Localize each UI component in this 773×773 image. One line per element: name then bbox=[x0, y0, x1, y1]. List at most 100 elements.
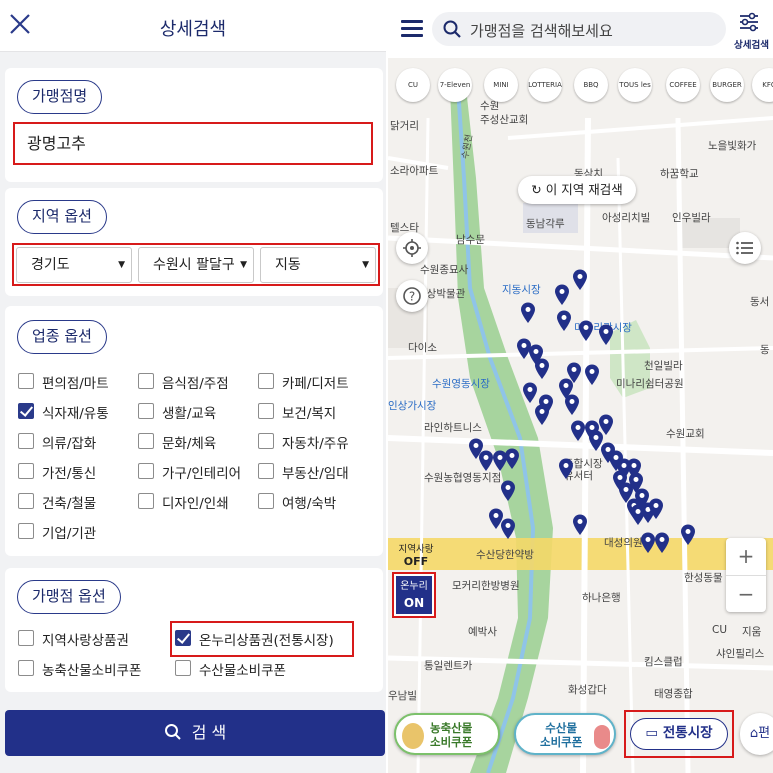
checkbox[interactable] bbox=[138, 433, 154, 449]
detail-search-panel: 상세검색 가맹점명 광명고추 지역 옵션 경기도 ▼ 수원시 팔달구 ▼ 지동 ▼ 업… bbox=[0, 0, 386, 773]
district-select[interactable]: 지동 ▼ bbox=[260, 247, 376, 283]
store-name-input[interactable]: 광명고추 bbox=[13, 122, 373, 165]
checkbox[interactable] bbox=[18, 523, 34, 539]
store-pin-icon[interactable] bbox=[572, 269, 588, 291]
brand-filter-icon[interactable]: BURGER bbox=[710, 68, 744, 102]
checkbox[interactable] bbox=[138, 403, 154, 419]
map-label: 천일빌라 bbox=[644, 360, 683, 372]
checkbox[interactable] bbox=[18, 373, 34, 389]
map-label: 인우빌라 bbox=[672, 212, 711, 224]
checkbox[interactable] bbox=[18, 433, 34, 449]
local-voucher-toggle[interactable]: 지역사랑 OFF bbox=[394, 541, 438, 571]
checkbox[interactable] bbox=[258, 373, 274, 389]
map-label: 수원농협영동지점 bbox=[424, 472, 502, 484]
map-canvas[interactable]: 수원 주성산교회 닭거리 수원천 노을빛화가 소라아파트 동삼치 하꿈학교 텔스… bbox=[388, 58, 773, 773]
checkbox[interactable] bbox=[18, 660, 34, 676]
map-label: 수산당한약방 bbox=[476, 549, 534, 561]
traditional-market-label: 전통시장 bbox=[662, 725, 713, 741]
sea-coupon-button[interactable]: 수산물 소비쿠폰 bbox=[514, 713, 616, 755]
store-pin-icon[interactable] bbox=[520, 302, 536, 324]
brand-filter-icon[interactable]: MINI STOP bbox=[484, 68, 518, 102]
sea-coupon-line2: 소비쿠폰 bbox=[540, 735, 583, 749]
checkbox[interactable] bbox=[258, 493, 274, 509]
zoom-out-button[interactable]: − bbox=[726, 575, 766, 612]
search-button-label: 검 색 bbox=[191, 723, 227, 742]
store-pin-icon[interactable] bbox=[680, 524, 696, 546]
zoom-in-button[interactable]: + bbox=[726, 538, 766, 575]
sea-coupon-label: 수산물 소비쿠폰 bbox=[540, 721, 582, 749]
search-icon bbox=[164, 724, 181, 740]
checkbox-label: 기업/기관 bbox=[42, 526, 97, 542]
agri-coupon-line2: 소비쿠폰 bbox=[430, 735, 473, 749]
store-pin-icon[interactable] bbox=[584, 364, 600, 386]
store-pin-icon[interactable] bbox=[558, 458, 574, 480]
agri-coupon-button[interactable]: 농축산물 소비쿠폰 bbox=[394, 713, 500, 755]
checkbox[interactable] bbox=[18, 630, 34, 646]
checkbox[interactable] bbox=[175, 660, 191, 676]
map-label: 동 bbox=[760, 344, 770, 356]
brand-filter-icon[interactable]: CU bbox=[396, 68, 430, 102]
dropdown-arrow-icon: ▼ bbox=[362, 260, 369, 270]
help-button[interactable]: ? bbox=[396, 280, 428, 312]
checkbox[interactable] bbox=[258, 433, 274, 449]
checkbox[interactable] bbox=[138, 373, 154, 389]
store-pin-icon[interactable] bbox=[534, 358, 550, 380]
checkbox[interactable] bbox=[18, 403, 34, 419]
store-pin-icon[interactable] bbox=[504, 448, 520, 470]
store-pin-icon[interactable] bbox=[522, 382, 538, 404]
my-location-button[interactable] bbox=[396, 232, 428, 264]
search-button[interactable]: 검 색 bbox=[5, 710, 385, 756]
store-pin-icon[interactable] bbox=[556, 310, 572, 332]
map-label: 아성리치빌 bbox=[602, 212, 651, 224]
checkbox[interactable] bbox=[18, 493, 34, 509]
store-pin-icon[interactable] bbox=[500, 518, 516, 540]
map-label: 지동시장 bbox=[502, 284, 541, 296]
menu-icon[interactable] bbox=[401, 20, 423, 38]
rescan-area-label: 이 지역 재검색 bbox=[545, 182, 623, 197]
checkbox[interactable] bbox=[138, 463, 154, 479]
store-pin-icon[interactable] bbox=[598, 324, 614, 346]
checkbox[interactable] bbox=[258, 403, 274, 419]
brand-filter-icon[interactable]: LOTTERIA bbox=[528, 68, 562, 102]
more-button[interactable]: ⌂편 bbox=[740, 713, 773, 755]
region-section-label: 지역 옵션 bbox=[17, 200, 107, 234]
store-pin-icon[interactable] bbox=[654, 532, 670, 554]
district-select-value: 지동 bbox=[275, 257, 301, 273]
onnuri-label: 온누리 bbox=[400, 581, 428, 592]
detail-filter-button[interactable]: 상세검색 bbox=[734, 12, 769, 51]
store-pin-icon[interactable] bbox=[572, 514, 588, 536]
map-label: 수원종묘사 bbox=[420, 264, 469, 276]
checkbox-label: 지역사랑상품권 bbox=[42, 633, 129, 649]
store-pin-icon[interactable] bbox=[534, 404, 550, 426]
checkbox-label: 문화/체육 bbox=[162, 436, 217, 452]
traditional-market-button[interactable]: ▭ 전통시장 bbox=[630, 718, 728, 750]
map-search-input[interactable]: 가맹점을 검색해보세요 bbox=[432, 12, 726, 46]
map-label: 예박사 bbox=[468, 626, 497, 638]
map-label: 인상가시장 bbox=[388, 400, 437, 412]
brand-filter-icon[interactable]: 7-Eleven bbox=[438, 68, 472, 102]
brand-filter-icon[interactable]: TOUS les JOURS bbox=[618, 68, 652, 102]
city-select[interactable]: 수원시 팔달구 ▼ bbox=[138, 247, 254, 283]
checkbox[interactable] bbox=[258, 463, 274, 479]
store-pin-icon[interactable] bbox=[564, 394, 580, 416]
brand-filter-icon[interactable]: COFFEE BAY bbox=[666, 68, 700, 102]
store-pin-icon[interactable] bbox=[648, 498, 664, 520]
store-pin-icon[interactable] bbox=[578, 320, 594, 342]
map-label: 한성동물 bbox=[684, 572, 723, 584]
list-view-button[interactable] bbox=[729, 232, 761, 264]
map-label: 샤인필리스 bbox=[716, 648, 765, 660]
map-label: 하꿈학교 bbox=[660, 168, 699, 180]
map-label: 킴스클럽 bbox=[644, 656, 683, 668]
province-select[interactable]: 경기도 ▼ bbox=[16, 247, 132, 283]
checkbox[interactable] bbox=[138, 493, 154, 509]
dropdown-arrow-icon: ▼ bbox=[118, 260, 125, 270]
onnuri-toggle[interactable]: 온누리 ON bbox=[392, 572, 436, 618]
checkbox[interactable] bbox=[18, 463, 34, 479]
rescan-area-button[interactable]: ↻ 이 지역 재검색 bbox=[518, 176, 636, 204]
store-pin-icon[interactable] bbox=[500, 480, 516, 502]
store-pin-icon[interactable] bbox=[630, 504, 646, 526]
store-pin-icon[interactable] bbox=[554, 284, 570, 306]
map-label: 주성산교회 bbox=[480, 114, 529, 126]
brand-filter-icon[interactable]: BBQ bbox=[574, 68, 608, 102]
sea-coupon-line1: 수산물 bbox=[545, 721, 578, 735]
